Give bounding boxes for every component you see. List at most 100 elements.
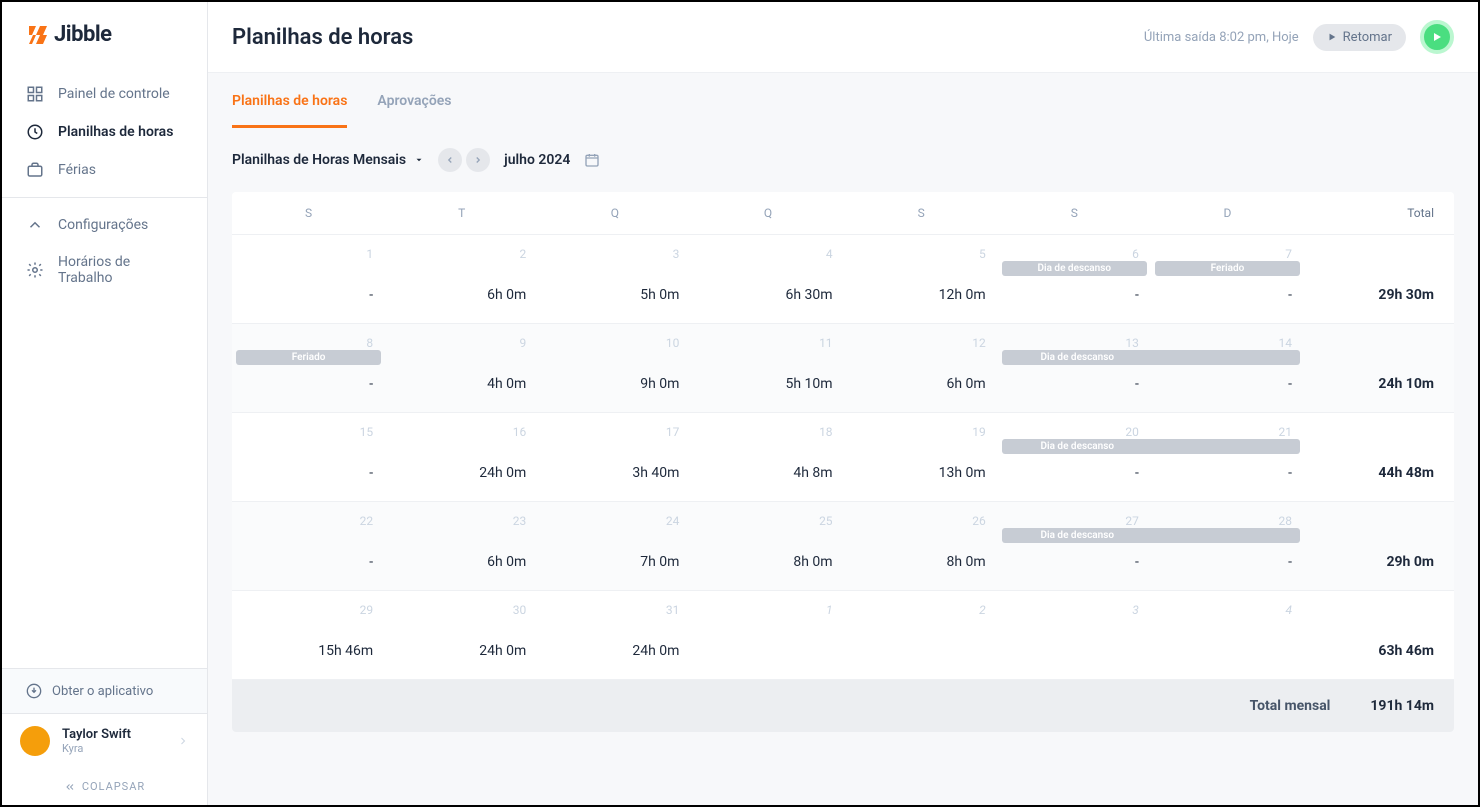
nav-settings[interactable]: Configurações (2, 206, 207, 244)
day-cell[interactable]: 20Dia de descanso- (998, 413, 1151, 501)
day-cell[interactable]: 184h 8m (691, 413, 844, 501)
day-value: - (1010, 465, 1139, 481)
day-cell[interactable]: 6Dia de descanso- (998, 235, 1151, 323)
day-number: 7 (1163, 247, 1292, 261)
day-cell[interactable]: 115h 10m (691, 324, 844, 412)
tab-approvals[interactable]: Aprovações (377, 93, 451, 128)
day-value: 24h 0m (397, 465, 526, 481)
day-value: 3h 40m (550, 465, 679, 481)
resume-button[interactable]: Retomar (1313, 24, 1406, 51)
day-cell[interactable]: 126h 0m (845, 324, 998, 412)
month-label: julho 2024 (504, 152, 570, 168)
day-number: 4 (1163, 603, 1292, 617)
dashboard-icon (26, 85, 44, 103)
day-number: 2 (397, 247, 526, 261)
day-number: 13 (1010, 336, 1139, 350)
nav-schedules[interactable]: Horários de Trabalho (2, 244, 207, 296)
controls: Planilhas de Horas Mensais julho 2024 (208, 128, 1478, 192)
week-row: 1- 2 6h 0m 35h 0m 4 6h 30m 512h 0m6Dia de desc… (232, 235, 1454, 324)
day-cell[interactable]: 17 3h 40m (538, 413, 691, 501)
holiday-badge: Feriado (236, 350, 381, 365)
day-value: - (1010, 287, 1139, 303)
day-number: 4 (703, 247, 832, 261)
day-cell[interactable]: 27Dia de descanso- (998, 502, 1151, 590)
day-cell[interactable]: 22- (232, 502, 385, 590)
briefcase-icon (26, 161, 44, 179)
day-cell[interactable]: 2 6h 0m (385, 235, 538, 323)
day-header: Q (691, 192, 844, 234)
day-cell[interactable]: 512h 0m (845, 235, 998, 323)
day-value: 6h 0m (397, 287, 526, 303)
day-number: 31 (550, 603, 679, 617)
day-number: 1 (703, 603, 832, 617)
day-cell[interactable]: 16 24h 0m (385, 413, 538, 501)
day-cell[interactable]: 14Dia de descanso - (1151, 324, 1304, 412)
total-header: Total (1304, 192, 1454, 234)
day-number: 10 (550, 336, 679, 350)
day-cell[interactable]: 15- (232, 413, 385, 501)
rest-day-badge: Dia de descanso (1149, 350, 1300, 365)
day-cell[interactable]: 1- (232, 235, 385, 323)
day-cell[interactable]: 247h 0m (538, 502, 691, 590)
day-value: - (1163, 376, 1292, 392)
day-cell[interactable]: 13Dia de descanso- (998, 324, 1151, 412)
calendar-icon[interactable] (584, 152, 600, 168)
day-cell[interactable]: 4 (1151, 591, 1304, 679)
day-cell[interactable]: 258h 0m (691, 502, 844, 590)
day-cell[interactable]: 3024h 0m (385, 591, 538, 679)
rest-day-badge: Dia de descanso (1149, 528, 1300, 543)
user-profile[interactable]: Taylor Swift Kyra (2, 713, 207, 768)
day-value: 6h 30m (703, 287, 832, 303)
day-number: 21 (1163, 425, 1292, 439)
day-cell[interactable]: 4 6h 30m (691, 235, 844, 323)
day-number: 16 (397, 425, 526, 439)
week-total: 29h 30m (1304, 235, 1454, 323)
chevron-right-icon (473, 155, 483, 165)
rest-day-badge: Dia de descanso (1002, 350, 1153, 365)
view-label: Planilhas de Horas Mensais (232, 152, 406, 168)
nav-timesheets[interactable]: Planilhas de horas (2, 113, 207, 151)
logo-text: Jibble (54, 22, 112, 47)
nav-timesheets-label: Planilhas de horas (58, 124, 173, 140)
day-cell[interactable]: 1913h 0m (845, 413, 998, 501)
logo[interactable]: Jibble (2, 2, 207, 67)
day-cell[interactable]: 7Feriado- (1151, 235, 1304, 323)
get-app-button[interactable]: Obter o aplicativo (2, 668, 207, 713)
nav-dashboard-label: Painel de controle (58, 86, 170, 102)
day-cell[interactable]: 2915h 46m (232, 591, 385, 679)
day-cell[interactable]: 8Feriado- (232, 324, 385, 412)
week-total: 24h 10m (1304, 324, 1454, 412)
day-cell[interactable]: 28Dia de descanso- (1151, 502, 1304, 590)
day-cell[interactable]: 94h 0m (385, 324, 538, 412)
prev-month-button[interactable] (438, 148, 462, 172)
timesheet-table: STQQSSDTotal 1-26h 0m35h 0m46h 30m512h 0… (232, 192, 1454, 732)
day-cell[interactable]: 268h 0m (845, 502, 998, 590)
page-title: Planilhas de horas (232, 25, 413, 50)
day-number: 14 (1163, 336, 1292, 350)
next-month-button[interactable] (466, 148, 490, 172)
day-value: 6h 0m (397, 554, 526, 570)
nav-vacation[interactable]: Férias (2, 151, 207, 189)
nav-dashboard[interactable]: Painel de controle (2, 75, 207, 113)
view-dropdown[interactable]: Planilhas de Horas Mensais (232, 152, 424, 168)
day-cell[interactable]: 1 (691, 591, 844, 679)
day-value: 5h 10m (703, 376, 832, 392)
week-row: 22-236h 0m247h 0m258h 0m268h 0m27Dia de … (232, 502, 1454, 591)
download-icon (26, 683, 42, 699)
collapse-button[interactable]: COLAPSAR (2, 768, 207, 805)
day-cell[interactable]: 2 (845, 591, 998, 679)
day-cell[interactable]: 236h 0m (385, 502, 538, 590)
chevron-up-icon (26, 216, 44, 234)
day-value: 5h 0m (550, 287, 679, 303)
day-cell[interactable]: 3 (998, 591, 1151, 679)
tab-timesheets[interactable]: Planilhas de horas (232, 93, 347, 128)
day-number: 17 (550, 425, 679, 439)
play-button[interactable] (1420, 20, 1454, 54)
day-cell[interactable]: 109h 0m (538, 324, 691, 412)
day-cell[interactable]: 3124h 0m (538, 591, 691, 679)
day-cell[interactable]: 35h 0m (538, 235, 691, 323)
user-org: Kyra (62, 742, 165, 755)
day-number: 22 (244, 514, 373, 528)
day-cell[interactable]: 21Dia de descanso- (1151, 413, 1304, 501)
day-number: 20 (1010, 425, 1139, 439)
